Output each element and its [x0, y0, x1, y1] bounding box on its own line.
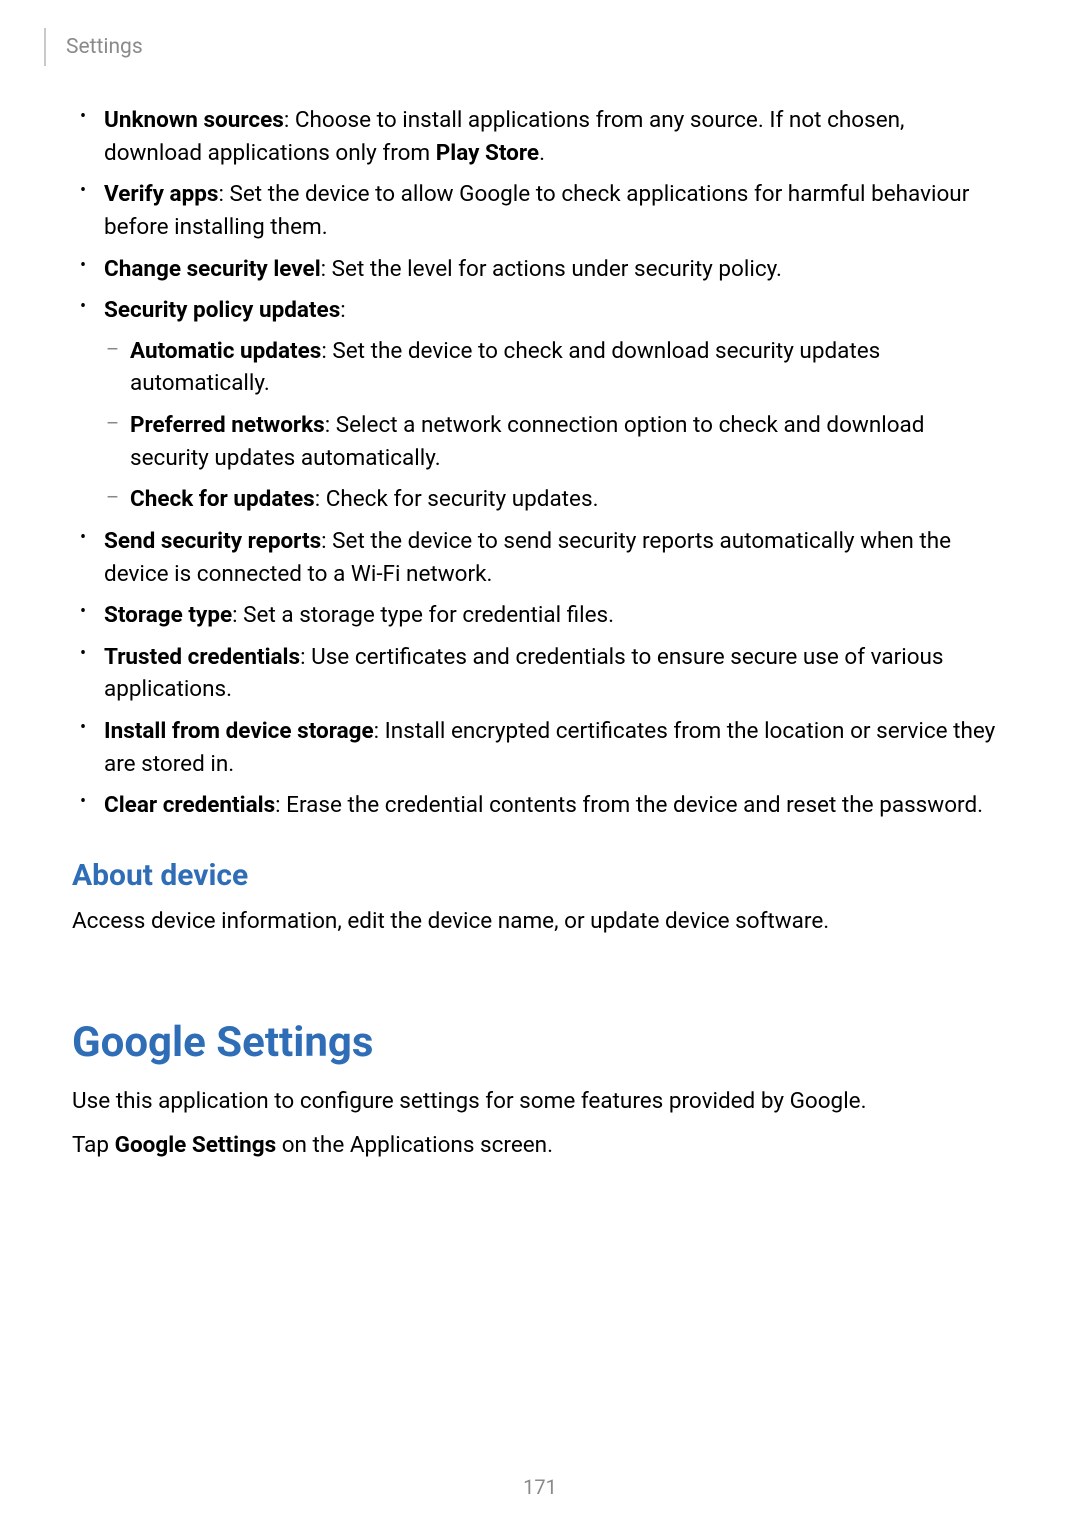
- item-desc: : Set the level for actions under securi…: [321, 256, 782, 282]
- subitem-desc: : Check for security updates.: [315, 486, 599, 512]
- page-content: Unknown sources: Choose to install appli…: [72, 104, 1000, 1174]
- item-desc: :: [340, 297, 345, 323]
- list-item: Unknown sources: Choose to install appli…: [104, 104, 1000, 169]
- security-list: Unknown sources: Choose to install appli…: [72, 104, 1000, 822]
- subitem-title: Automatic updates: [130, 338, 321, 364]
- item-title: Install from device storage: [104, 718, 374, 744]
- about-device-heading: About device: [72, 858, 1000, 893]
- item-desc: : Erase the credential contents from the…: [275, 792, 983, 818]
- google-settings-body1: Use this application to configure settin…: [72, 1085, 1000, 1118]
- item-desc-post: .: [539, 140, 545, 166]
- section-label: Settings: [66, 35, 143, 59]
- subitem-title: Check for updates: [130, 486, 315, 512]
- sub-list-item: Check for updates: Check for security up…: [130, 483, 1000, 516]
- page-number: 171: [0, 1475, 1080, 1499]
- item-title: Storage type: [104, 602, 232, 628]
- sub-list-item: Automatic updates: Set the device to che…: [130, 335, 1000, 400]
- list-item: Install from device storage: Install enc…: [104, 715, 1000, 780]
- sub-list-item: Preferred networks: Select a network con…: [130, 409, 1000, 474]
- list-item: Clear credentials: Erase the credential …: [104, 789, 1000, 822]
- item-title: Send security reports: [104, 528, 321, 554]
- list-item: Security policy updates: Automatic updat…: [104, 294, 1000, 516]
- item-title: Unknown sources: [104, 107, 284, 133]
- list-item: Change security level: Set the level for…: [104, 253, 1000, 286]
- item-title: Change security level: [104, 256, 321, 282]
- list-item: Verify apps: Set the device to allow Goo…: [104, 178, 1000, 243]
- item-title: Clear credentials: [104, 792, 275, 818]
- sub-list: Automatic updates: Set the device to che…: [104, 335, 1000, 516]
- google-settings-body2: Tap Google Settings on the Applications …: [72, 1129, 1000, 1162]
- item-desc: : Set a storage type for credential file…: [232, 602, 614, 628]
- gs-body2-bold: Google Settings: [115, 1132, 277, 1158]
- list-item: Send security reports: Set the device to…: [104, 525, 1000, 590]
- google-settings-heading: Google Settings: [72, 1018, 1000, 1067]
- about-device-body: Access device information, edit the devi…: [72, 905, 1000, 938]
- list-item: Trusted credentials: Use certificates an…: [104, 641, 1000, 706]
- gs-body2-post: on the Applications screen.: [276, 1132, 553, 1158]
- item-title: Trusted credentials: [104, 644, 300, 670]
- item-desc: : Set the device to allow Google to chec…: [104, 181, 969, 240]
- gs-body2-pre: Tap: [72, 1132, 115, 1158]
- list-item: Storage type: Set a storage type for cre…: [104, 599, 1000, 632]
- item-title: Security policy updates: [104, 297, 340, 323]
- subitem-title: Preferred networks: [130, 412, 325, 438]
- header-divider: [44, 28, 46, 66]
- item-title: Verify apps: [104, 181, 218, 207]
- page-header: Settings: [44, 28, 143, 66]
- item-desc-bold: Play Store: [436, 140, 539, 166]
